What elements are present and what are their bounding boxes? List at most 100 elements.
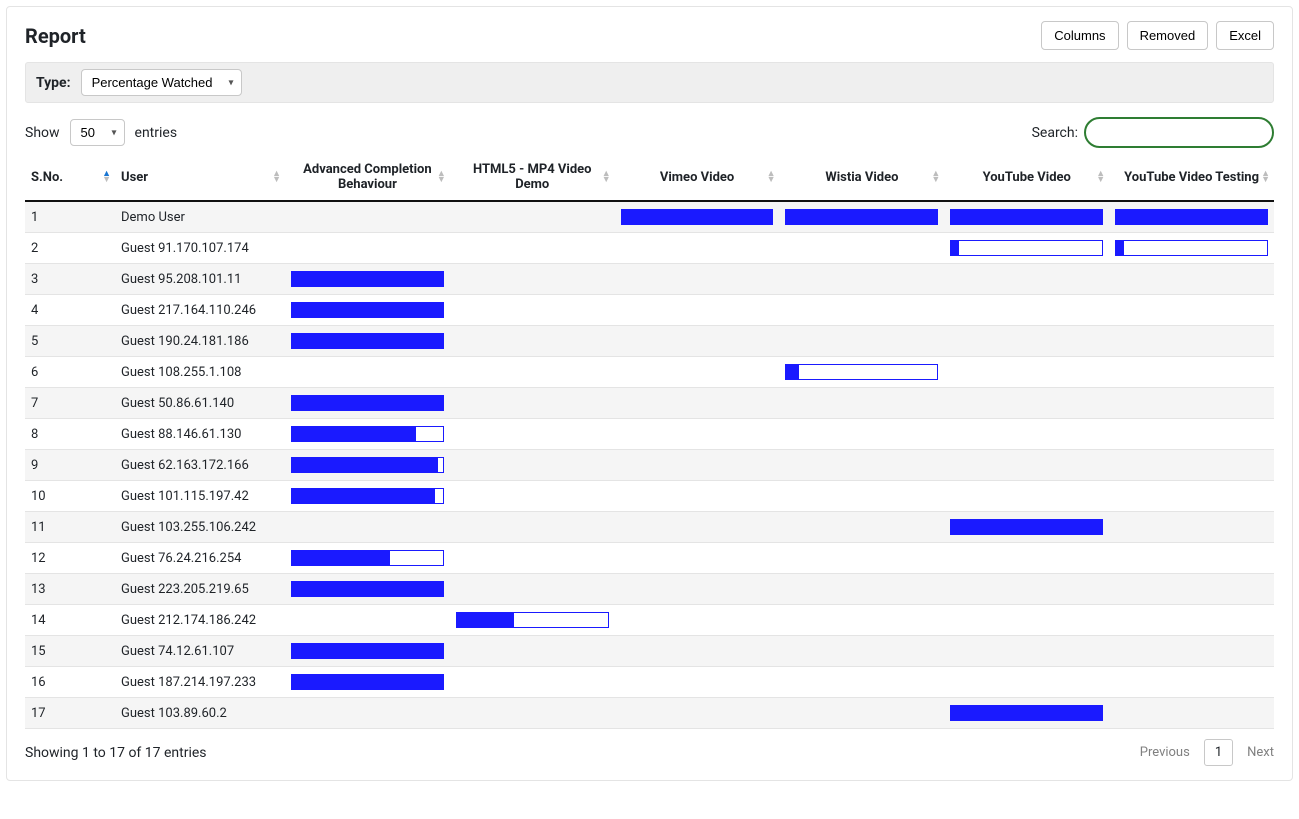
table-row: 10Guest 101.115.197.42 (25, 481, 1274, 512)
progress-bar (950, 519, 1103, 535)
progress-fill (292, 334, 443, 348)
progress-fill (292, 427, 416, 441)
cell-adv (285, 481, 450, 512)
table-row: 14Guest 212.174.186.242 (25, 605, 1274, 636)
sort-icon: ▲▼ (1096, 171, 1105, 183)
cell-yttest (1109, 295, 1274, 326)
cell-adv (285, 574, 450, 605)
table-row: 4Guest 217.164.110.246 (25, 295, 1274, 326)
cell-wistia (779, 574, 944, 605)
sort-icon: ▲▼ (931, 171, 940, 183)
search-input[interactable] (1084, 117, 1274, 148)
cell-youtube (944, 450, 1109, 481)
progress-bar (950, 209, 1103, 225)
cell-yttest (1109, 605, 1274, 636)
column-header-mp4[interactable]: HTML5 - MP4 Video Demo▲▼ (450, 154, 615, 201)
cell-mp4 (450, 357, 615, 388)
table-row: 15Guest 74.12.61.107 (25, 636, 1274, 667)
cell-user: Guest 91.170.107.174 (115, 233, 285, 264)
column-header-adv[interactable]: Advanced Completion Behaviour▲▼ (285, 154, 450, 201)
table-footer: Showing 1 to 17 of 17 entries Previous 1… (25, 739, 1274, 766)
cell-adv (285, 295, 450, 326)
cell-youtube (944, 357, 1109, 388)
cell-yttest (1109, 698, 1274, 729)
cell-youtube (944, 264, 1109, 295)
cell-adv (285, 605, 450, 636)
cell-vimeo (615, 605, 780, 636)
length-control: Show 50 ▾ entries (25, 119, 177, 146)
sort-icon: ▲▼ (102, 171, 111, 183)
progress-fill (292, 551, 390, 565)
table-info: Showing 1 to 17 of 17 entries (25, 745, 207, 761)
progress-fill (292, 582, 443, 596)
cell-vimeo (615, 295, 780, 326)
cell-wistia (779, 543, 944, 574)
cell-user: Guest 217.164.110.246 (115, 295, 285, 326)
progress-bar (291, 333, 444, 349)
column-header-label: YouTube Video (983, 170, 1071, 185)
cell-youtube (944, 233, 1109, 264)
progress-bar (291, 271, 444, 287)
cell-yttest (1109, 636, 1274, 667)
page-number[interactable]: 1 (1204, 739, 1233, 766)
cell-yttest (1109, 543, 1274, 574)
page-length-select[interactable]: 50 (70, 119, 125, 146)
cell-sno: 15 (25, 636, 115, 667)
cell-wistia (779, 295, 944, 326)
progress-bar (291, 581, 444, 597)
cell-vimeo (615, 233, 780, 264)
excel-button[interactable]: Excel (1216, 21, 1274, 50)
column-header-label: S.No. (31, 170, 63, 185)
search-label: Search: (1032, 125, 1078, 141)
cell-wistia (779, 481, 944, 512)
cell-sno: 7 (25, 388, 115, 419)
table-row: 12Guest 76.24.216.254 (25, 543, 1274, 574)
progress-fill (292, 303, 443, 317)
header-row: Report Columns Removed Excel (25, 21, 1274, 50)
progress-bar (291, 488, 444, 504)
cell-user: Guest 103.255.106.242 (115, 512, 285, 543)
cell-adv (285, 326, 450, 357)
progress-fill (292, 396, 443, 410)
cell-wistia (779, 357, 944, 388)
cell-sno: 4 (25, 295, 115, 326)
cell-wistia (779, 264, 944, 295)
cell-mp4 (450, 512, 615, 543)
cell-wistia (779, 233, 944, 264)
cell-yttest (1109, 233, 1274, 264)
cell-user: Guest 103.89.60.2 (115, 698, 285, 729)
column-header-youtube[interactable]: YouTube Video ▲▼ (944, 154, 1109, 201)
next-button[interactable]: Next (1247, 745, 1274, 760)
removed-button[interactable]: Removed (1127, 21, 1209, 50)
table-row: 6Guest 108.255.1.108 (25, 357, 1274, 388)
column-header-sno[interactable]: S.No. ▲▼ (25, 154, 115, 201)
cell-adv (285, 357, 450, 388)
progress-bar (785, 209, 938, 225)
cell-vimeo (615, 419, 780, 450)
progress-bar (291, 643, 444, 659)
cell-vimeo (615, 201, 780, 233)
column-header-wistia[interactable]: Wistia Video▲▼ (779, 154, 944, 201)
column-header-user[interactable]: User▲▼ (115, 154, 285, 201)
previous-button[interactable]: Previous (1140, 745, 1190, 760)
column-header-yttest[interactable]: YouTube Video Testing▲▼ (1109, 154, 1274, 201)
cell-adv (285, 698, 450, 729)
progress-fill (951, 241, 959, 255)
cell-wistia (779, 636, 944, 667)
entries-label: entries (135, 125, 178, 141)
cell-yttest (1109, 574, 1274, 605)
cell-yttest (1109, 512, 1274, 543)
progress-fill (786, 210, 937, 224)
type-filter-bar: Type: Percentage Watched ▾ (25, 62, 1274, 103)
column-header-vimeo[interactable]: Vimeo Video▲▼ (615, 154, 780, 201)
columns-button[interactable]: Columns (1041, 21, 1118, 50)
column-header-label: User (121, 170, 148, 185)
report-table: S.No.▲▼User▲▼Advanced Completion Behavio… (25, 154, 1274, 729)
cell-mp4 (450, 264, 615, 295)
cell-adv (285, 543, 450, 574)
cell-user: Guest 190.24.181.186 (115, 326, 285, 357)
progress-bar (785, 364, 938, 380)
cell-adv (285, 419, 450, 450)
type-select[interactable]: Percentage Watched (81, 69, 242, 96)
cell-wistia (779, 326, 944, 357)
